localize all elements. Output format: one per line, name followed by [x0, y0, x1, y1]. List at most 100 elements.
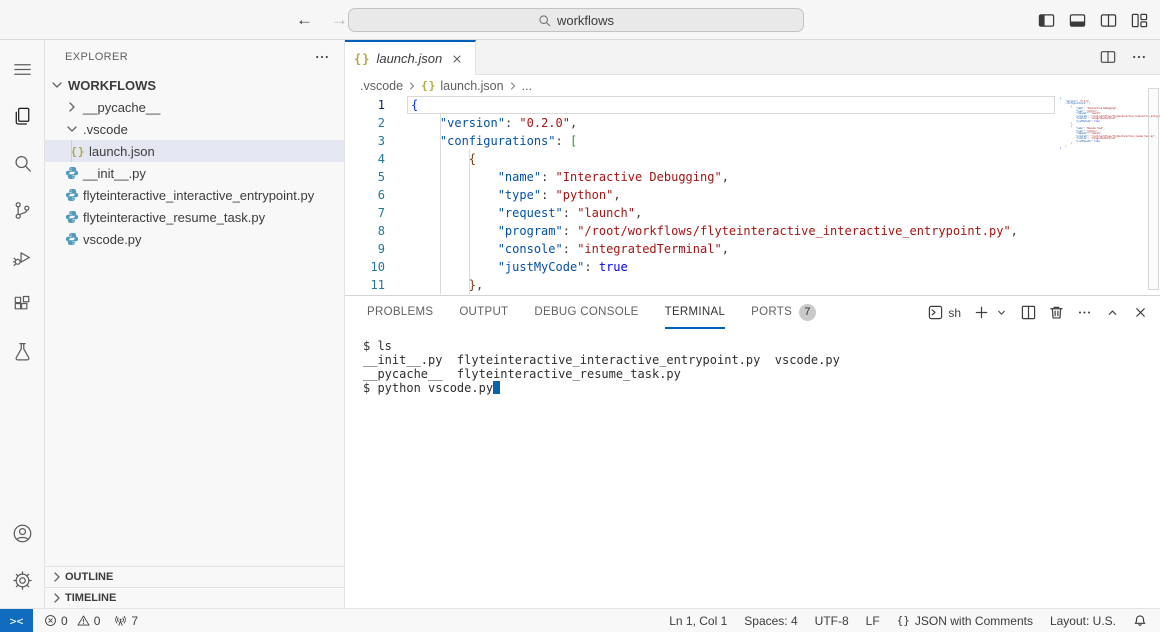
- terminal-line: $ ls: [363, 340, 1160, 354]
- editor-scrollbar[interactable]: [1148, 88, 1159, 290]
- tree-item-vscode-py[interactable]: vscode.py: [45, 228, 344, 250]
- more-actions-icon[interactable]: [1131, 49, 1147, 65]
- code-line[interactable]: 3 "configurations": [: [345, 132, 1160, 150]
- code-line[interactable]: 5 "name": "Interactive Debugging",: [345, 168, 1160, 186]
- split-terminal-icon[interactable]: [1021, 305, 1036, 320]
- editor-actions: [1100, 40, 1160, 74]
- launch-profile-chevron-icon[interactable]: [995, 305, 1008, 320]
- toggle-panel-icon[interactable]: [1069, 12, 1086, 29]
- code-line[interactable]: 4 {: [345, 150, 1160, 168]
- activity-bar-run-debug-button[interactable]: [0, 234, 45, 281]
- activity-bar-source-control-button[interactable]: [0, 187, 45, 234]
- python-file-icon: [64, 209, 80, 225]
- json-file-icon: {}: [354, 52, 370, 66]
- panel-tab-output[interactable]: OUTPUT: [459, 296, 508, 329]
- indent-guide: [440, 114, 441, 294]
- tree-item-flyteinteractive-resume-task-py[interactable]: flyteinteractive_resume_task.py: [45, 206, 344, 228]
- split-editor-icon[interactable]: [1100, 49, 1116, 65]
- activity-bar-settings-gear-button[interactable]: [0, 557, 45, 604]
- settings-gear-icon: [11, 569, 34, 592]
- breadcrumb-label: ...: [522, 79, 532, 93]
- activity-bar-testing-button[interactable]: [0, 328, 45, 375]
- breadcrumb-item-[interactable]: ...: [522, 79, 532, 93]
- tree-item-launch-json[interactable]: {}launch.json: [45, 140, 344, 162]
- split-editor-icon[interactable]: [1100, 12, 1117, 29]
- activity-bar-files-button[interactable]: [0, 93, 45, 140]
- status-eol[interactable]: LF: [866, 614, 880, 628]
- editor-tab-launch-json[interactable]: {} launch.json: [345, 40, 476, 75]
- status-cursor-position[interactable]: Ln 1, Col 1: [669, 614, 727, 628]
- tree-item-label: __init__.py: [83, 166, 146, 181]
- timeline-section[interactable]: TIMELINE: [45, 587, 345, 608]
- terminal-output[interactable]: $ ls__init__.py flyteinteractive_interac…: [345, 329, 1160, 608]
- terminal-shell-item[interactable]: sh: [928, 305, 961, 320]
- line-number: 2: [345, 114, 385, 132]
- editor-tab-bar: {} launch.json: [345, 40, 1160, 75]
- tree-item-label: .vscode: [83, 122, 128, 137]
- panel-tab-problems[interactable]: PROBLEMS: [367, 296, 433, 329]
- editor-group: {} launch.json .vscode {}launch.json... 1…: [345, 40, 1160, 295]
- tree-item-vscode[interactable]: .vscode: [45, 118, 344, 140]
- search-icon: [538, 14, 551, 27]
- search-icon: [11, 152, 34, 175]
- status-layout[interactable]: Layout: U.S.: [1050, 614, 1116, 628]
- status-encoding[interactable]: UTF-8: [815, 614, 849, 628]
- code-line[interactable]: 11 },: [345, 276, 1160, 294]
- code-line[interactable]: 9 "console": "integratedTerminal",: [345, 240, 1160, 258]
- code-line[interactable]: 10 "justMyCode": true: [345, 258, 1160, 276]
- chevron-right-icon: [49, 590, 65, 606]
- command-center-search[interactable]: workflows: [348, 8, 804, 32]
- code-line[interactable]: 7 "request": "launch",: [345, 204, 1160, 222]
- status-problems[interactable]: 0 0: [44, 614, 100, 628]
- chevron-right-icon: [64, 99, 80, 115]
- activity-bar-search-button[interactable]: [0, 140, 45, 187]
- tree-item-pycache[interactable]: __pycache__: [45, 96, 344, 118]
- activity-bar-extensions-button[interactable]: [0, 281, 45, 328]
- activity-bar-menu-button[interactable]: [0, 46, 45, 93]
- status-indentation[interactable]: Spaces: 4: [744, 614, 797, 628]
- kill-terminal-icon[interactable]: [1049, 305, 1064, 320]
- forward-arrow-icon: →: [331, 10, 348, 30]
- search-value: workflows: [557, 13, 614, 28]
- bell-icon[interactable]: [1133, 614, 1147, 628]
- new-terminal-icon[interactable]: [974, 305, 989, 320]
- warning-icon: [77, 614, 90, 627]
- minimap[interactable]: { "version": "0.2.0", "configurations": …: [1060, 98, 1146, 151]
- outline-section[interactable]: OUTLINE: [45, 566, 345, 587]
- back-arrow-icon[interactable]: ←: [296, 10, 313, 30]
- panel-tab-terminal[interactable]: TERMINAL: [665, 296, 726, 329]
- code-line[interactable]: 8 "program": "/root/workflows/flyteinter…: [345, 222, 1160, 240]
- activity-bar-account-button[interactable]: [0, 510, 45, 557]
- code-line[interactable]: 1{: [345, 96, 1160, 114]
- tree-item-label: flyteinteractive_interactive_entrypoint.…: [83, 188, 314, 203]
- breadcrumb-item-vscode[interactable]: .vscode: [360, 79, 403, 93]
- more-actions-icon[interactable]: [1077, 305, 1092, 320]
- more-actions-icon[interactable]: [314, 49, 330, 65]
- chevron-down-icon: [49, 77, 65, 93]
- code-text: {: [385, 96, 418, 114]
- status-ports-forwarded[interactable]: 7: [114, 614, 138, 628]
- explorer-sidebar: EXPLORER WORKFLOWS __pycache__.vscode{}l…: [45, 40, 345, 608]
- python-file-icon: [64, 231, 80, 247]
- tree-item-flyteinteractive-interactive-entrypoint-py[interactable]: flyteinteractive_interactive_entrypoint.…: [45, 184, 344, 206]
- maximize-panel-icon[interactable]: [1105, 305, 1120, 320]
- panel-tab-ports[interactable]: PORTS7: [751, 296, 816, 329]
- remote-indicator[interactable]: ><: [0, 609, 33, 632]
- close-panel-icon[interactable]: [1133, 305, 1148, 320]
- customize-layout-icon[interactable]: [1131, 12, 1148, 29]
- breadcrumb-item-launch-json[interactable]: {}launch.json: [421, 79, 504, 93]
- close-tab-icon[interactable]: [448, 50, 465, 67]
- tree-root-workflows[interactable]: WORKFLOWS: [45, 74, 344, 96]
- tree-item-init-py[interactable]: __init__.py: [45, 162, 344, 184]
- toggle-sidebar-icon[interactable]: [1038, 12, 1055, 29]
- panel-tab-debug-console[interactable]: DEBUG CONSOLE: [534, 296, 638, 329]
- line-number: 4: [345, 150, 385, 168]
- breadcrumb: .vscode {}launch.json...: [345, 75, 1160, 96]
- code-line[interactable]: 2 "version": "0.2.0",: [345, 114, 1160, 132]
- braces-icon: {}: [897, 614, 910, 627]
- code-line[interactable]: 6 "type": "python",: [345, 186, 1160, 204]
- status-language-mode[interactable]: {} JSON with Comments: [897, 614, 1033, 628]
- source-control-icon: [11, 199, 34, 222]
- python-file-icon: [64, 165, 80, 181]
- editor-code-area[interactable]: 1{2 "version": "0.2.0",3 "configurations…: [345, 96, 1160, 295]
